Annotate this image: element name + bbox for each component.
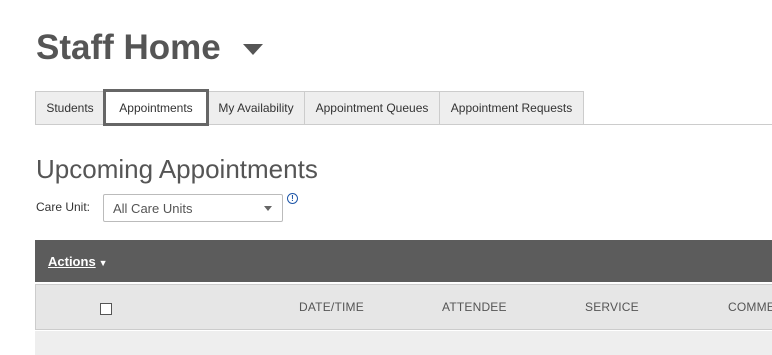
column-header-comments[interactable]: COMME <box>728 300 772 314</box>
tab-label: Students <box>46 101 94 115</box>
table-row <box>35 331 772 355</box>
column-header-attendee[interactable]: ATTENDEE <box>442 300 507 314</box>
caret-down-icon: ▼ <box>98 258 108 268</box>
actions-menu-button[interactable]: Actions ▼ <box>48 254 108 269</box>
select-all-checkbox[interactable] <box>100 303 112 315</box>
page-title-row: Staff Home <box>36 28 263 68</box>
tab-appointment-queues[interactable]: Appointment Queues <box>304 91 440 124</box>
section-title: Upcoming Appointments <box>36 154 318 184</box>
tab-label: Appointments <box>119 100 193 115</box>
tab-label: Appointment Requests <box>450 101 573 115</box>
page-title: Staff Home <box>36 28 221 67</box>
tab-label: Appointment Queues <box>315 101 429 115</box>
actions-bar: Actions ▼ <box>35 240 772 282</box>
care-unit-selected-value: All Care Units <box>113 201 193 216</box>
tab-appointments[interactable]: Appointments <box>103 89 209 126</box>
tab-my-availability[interactable]: My Availability <box>207 91 305 124</box>
table-header: DATE/TIME ATTENDEE SERVICE COMME <box>35 284 772 330</box>
column-header-service[interactable]: SERVICE <box>585 300 639 314</box>
tabs-bar: Students Appointments My Availability Ap… <box>35 89 772 126</box>
tab-label: My Availability <box>218 101 294 115</box>
care-unit-label: Care Unit: <box>36 200 91 214</box>
chevron-down-icon <box>264 206 272 211</box>
info-circle-icon[interactable]: ! <box>287 193 298 204</box>
care-unit-select[interactable]: All Care Units <box>103 194 283 222</box>
title-dropdown-caret-icon[interactable] <box>242 43 263 55</box>
column-header-date-time[interactable]: DATE/TIME <box>299 300 364 314</box>
tab-students[interactable]: Students <box>35 91 105 124</box>
tab-appointment-requests[interactable]: Appointment Requests <box>439 91 584 124</box>
actions-label: Actions <box>48 254 96 269</box>
